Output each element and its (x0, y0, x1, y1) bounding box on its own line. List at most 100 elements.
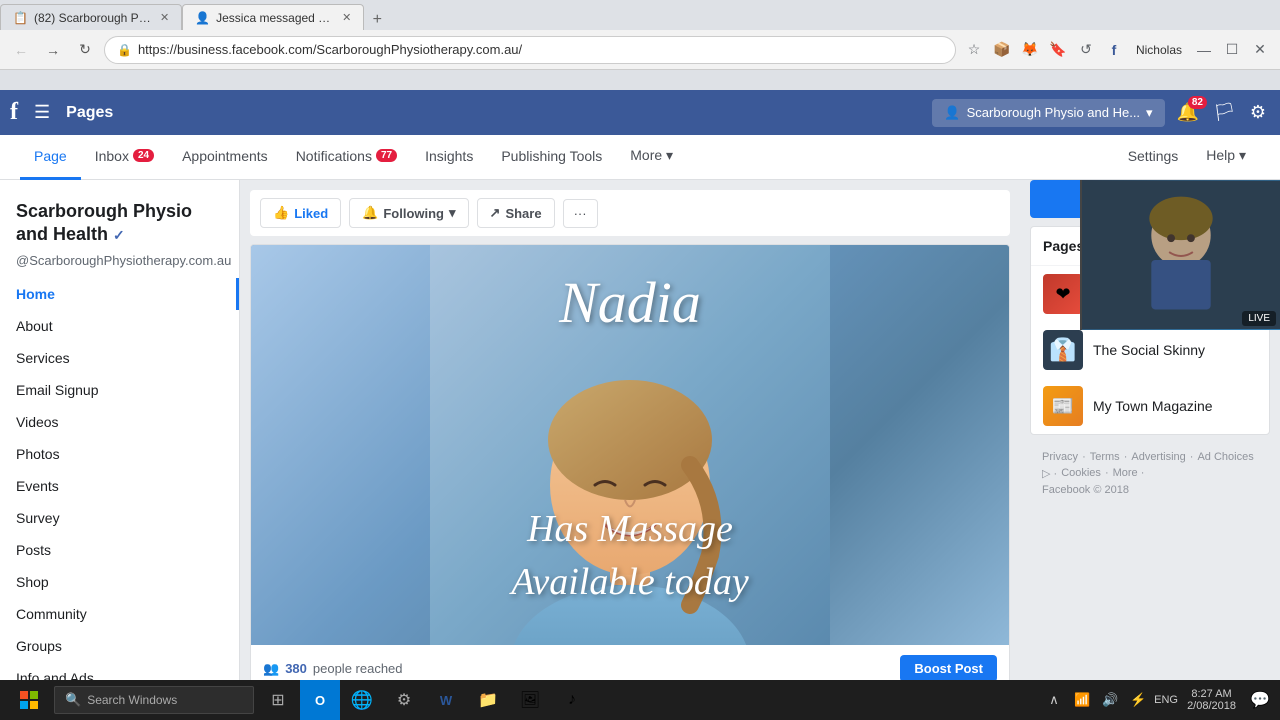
footer-more[interactable]: More · (1113, 467, 1145, 480)
boost-post-button[interactable]: Boost Post (900, 655, 997, 682)
maximize-icon[interactable]: ☐ (1220, 38, 1244, 62)
video-label: LIVE (1242, 311, 1276, 326)
post-actions-bar: 👍 Liked 🔔 Following ▾ ↗ Share ··· (250, 190, 1010, 236)
footer-terms[interactable]: Terms (1090, 451, 1120, 463)
systray-chevron[interactable]: ∧ (1041, 680, 1067, 720)
notifications-icon[interactable]: 🔔 82 (1173, 98, 1203, 127)
nav-publishing-tools[interactable]: Publishing Tools (487, 135, 616, 180)
systray-keyboard[interactable]: ENG (1153, 680, 1179, 720)
systray-battery[interactable]: ⚡ (1125, 680, 1151, 720)
browser-tab-2[interactable]: 👤 Jessica messaged you ✕ (182, 4, 364, 30)
nav-inbox[interactable]: Inbox 24 (81, 135, 168, 180)
sidebar-community[interactable]: Community (0, 598, 239, 630)
page-navigation: Page Inbox 24 Appointments Notifications… (0, 135, 1280, 180)
footer-ad-choices[interactable]: Ad Choices (1197, 451, 1253, 463)
taskbar-search-box[interactable]: 🔍 Search Windows (54, 686, 254, 714)
fb-logo: f (10, 99, 18, 126)
nav-notifications[interactable]: Notifications 77 (282, 135, 411, 180)
liked-page-3[interactable]: 📰 My Town Magazine (1031, 378, 1269, 434)
extension-icon-1[interactable]: 📦 (990, 38, 1014, 62)
fb-main-area: Scarborough Physio and Health ✓ @Scarbor… (0, 180, 1280, 720)
fb-copyright: Facebook © 2018 (1042, 484, 1258, 496)
page-name-2: The Social Skinny (1093, 342, 1205, 358)
nav-appointments[interactable]: Appointments (168, 135, 282, 180)
more-actions-button[interactable]: ··· (563, 199, 598, 228)
sidebar-photos[interactable]: Photos (0, 438, 239, 470)
tab2-close[interactable]: ✕ (342, 11, 351, 24)
nav-page[interactable]: Page (20, 135, 81, 180)
refresh-icon[interactable]: ↺ (1074, 38, 1098, 62)
clock-time: 8:27 AM (1191, 688, 1231, 700)
sidebar-shop[interactable]: Shop (0, 566, 239, 598)
fb-menu-button[interactable]: ☰ (26, 98, 58, 127)
notifications-nav-badge: 77 (376, 149, 397, 162)
minimize-icon[interactable]: — (1192, 38, 1216, 62)
fb-account-button[interactable]: 👤 Scarborough Physio and He... ▾ (932, 99, 1164, 127)
sidebar-services[interactable]: Services (0, 342, 239, 374)
forward-button[interactable]: → (40, 37, 66, 63)
settings-icon[interactable]: ⚙ (1246, 98, 1270, 127)
taskbar-app-music[interactable]: ♪ (552, 680, 592, 720)
left-sidebar: Scarborough Physio and Health ✓ @Scarbor… (0, 180, 240, 720)
sidebar-survey[interactable]: Survey (0, 502, 239, 534)
nav-settings[interactable]: Settings (1114, 135, 1193, 180)
start-button[interactable] (4, 680, 54, 720)
new-tab-button[interactable]: + (364, 10, 390, 30)
fb-footer-links: Privacy · Terms · Advertising · Ad Choic… (1042, 451, 1258, 480)
bookmark-icon[interactable]: ☆ (962, 38, 986, 62)
sidebar-videos[interactable]: Videos (0, 406, 239, 438)
taskbar-app-chrome[interactable]: 🌐 (342, 680, 382, 720)
taskbar-app-word[interactable]: W (426, 680, 466, 720)
extension-icon-2[interactable]: 🦊 (1018, 38, 1042, 62)
share-button[interactable]: ↗ Share (477, 198, 555, 228)
extension-icon-3[interactable]: 🔖 (1046, 38, 1070, 62)
taskbar-search-placeholder: Search Windows (87, 693, 177, 707)
taskbar-app-outlook[interactable]: O (300, 680, 340, 720)
pages-icon[interactable]: 🏳 (1209, 98, 1240, 127)
taskbar-app-settings[interactable]: ⚙ (384, 680, 424, 720)
liked-button[interactable]: 👍 Liked (260, 198, 341, 228)
main-content: 👍 Liked 🔔 Following ▾ ↗ Share ··· (240, 180, 1020, 720)
taskbar-clock[interactable]: 8:27 AM 2/08/2018 (1179, 688, 1244, 712)
sidebar-events[interactable]: Events (0, 470, 239, 502)
nav-more[interactable]: More ▾ (616, 135, 687, 180)
sidebar-home[interactable]: Home (0, 278, 239, 310)
share-icon: ↗ (490, 205, 501, 221)
nav-help[interactable]: Help ▾ (1192, 135, 1260, 180)
post-reach: 👥 380 people reached (263, 661, 403, 677)
taskbar-app-explorer[interactable]: 📁 (468, 680, 508, 720)
verified-badge: ✓ (113, 227, 125, 243)
sidebar-posts[interactable]: Posts (0, 534, 239, 566)
video-preview[interactable]: LIVE (1080, 180, 1280, 330)
clock-date: 2/08/2018 (1187, 700, 1236, 712)
browser-user: Nicholas (1130, 43, 1188, 57)
tab2-favicon: 👤 (195, 11, 210, 25)
fb-pages-title: Pages (66, 104, 113, 122)
footer-advertising[interactable]: Advertising (1131, 451, 1185, 463)
footer-privacy[interactable]: Privacy (1042, 451, 1078, 463)
fb-icon[interactable]: f (1102, 38, 1126, 62)
taskbar-app-task-view[interactable]: ⊞ (258, 680, 298, 720)
sidebar-about[interactable]: About (0, 310, 239, 342)
taskbar-app-photos[interactable]: 🖼 (510, 680, 550, 720)
following-button[interactable]: 🔔 Following ▾ (349, 198, 468, 228)
close-window-icon[interactable]: ✕ (1248, 38, 1272, 62)
sidebar-email-signup[interactable]: Email Signup (0, 374, 239, 406)
account-dropdown-icon: ▾ (1146, 105, 1153, 121)
liked-page-2[interactable]: 👔 The Social Skinny (1031, 322, 1269, 378)
address-text: https://business.facebook.com/Scarboroug… (138, 42, 943, 57)
action-center-button[interactable]: 💬 (1244, 680, 1276, 720)
address-bar[interactable]: 🔒 https://business.facebook.com/Scarboro… (104, 36, 956, 64)
systray-network[interactable]: 📶 (1069, 680, 1095, 720)
systray-volume[interactable]: 🔊 (1097, 680, 1123, 720)
sidebar-groups[interactable]: Groups (0, 630, 239, 662)
footer-cookies[interactable]: Cookies (1061, 467, 1101, 480)
browser-tab-1[interactable]: 📋 (82) Scarborough Physio... ✕ (0, 4, 182, 30)
nav-insights[interactable]: Insights (411, 135, 487, 180)
inbox-badge: 24 (133, 149, 154, 162)
reach-people-icon: 👥 (263, 661, 279, 677)
tab1-close[interactable]: ✕ (160, 11, 169, 24)
reload-button[interactable]: ↻ (72, 37, 98, 63)
back-button[interactable]: ← (8, 37, 34, 63)
tab2-title: Jessica messaged you (216, 11, 336, 25)
